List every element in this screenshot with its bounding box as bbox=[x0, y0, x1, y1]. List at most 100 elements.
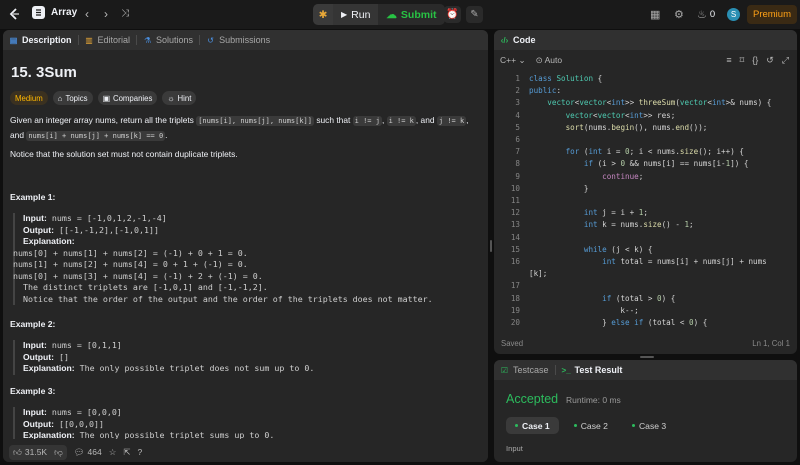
explanation-line: The distinct triplets are [-1,0,1] and [… bbox=[23, 282, 268, 292]
case-2-tab[interactable]: Case 2 bbox=[565, 417, 617, 434]
page-title[interactable]: 15. 3Sum bbox=[11, 64, 77, 81]
output-label: Output: bbox=[23, 418, 55, 429]
problem-list-button[interactable]: Array bbox=[32, 6, 77, 19]
vertical-resize-handle[interactable] bbox=[490, 240, 492, 252]
line-number: 1 bbox=[515, 74, 520, 83]
description-tabs: ▤ Description ▥ Editorial ⚗ Solutions ↺ Subm… bbox=[3, 30, 488, 50]
output-value: [[-1,-1,2],[-1,0,1]] bbox=[59, 224, 159, 235]
comment-icon: 💬︎ bbox=[73, 446, 85, 457]
case-3-tab[interactable]: Case 3 bbox=[623, 417, 675, 434]
problem-statement: Given an integer array nums, return all … bbox=[10, 114, 485, 143]
problem-tags: Medium ⌂ Topics ▣ Companies ☼ Hint bbox=[10, 91, 197, 105]
case-1-tab[interactable]: Case 1 bbox=[506, 417, 559, 434]
code-line: continue; bbox=[602, 171, 644, 181]
debug-button[interactable]: ✱ bbox=[313, 4, 333, 25]
share-icon[interactable]: ⇱ bbox=[123, 447, 130, 458]
thumbs-up-icon: 👍︎ bbox=[13, 446, 22, 457]
line-number: 19 bbox=[510, 305, 520, 315]
example-input: Input: nums = [0,0,0] bbox=[23, 407, 274, 419]
code-footer: Saved Ln 1, Col 1 bbox=[494, 332, 797, 354]
inline-code: [nums[i], nums[j], nums[k]] bbox=[196, 116, 314, 126]
tab-submissions[interactable]: ↺ Submissions bbox=[206, 35, 270, 45]
difficulty-badge: Medium bbox=[10, 91, 48, 105]
line-number: 15 bbox=[510, 244, 520, 254]
tab-code[interactable]: ‹/› Code bbox=[500, 35, 536, 45]
shuffle-icon[interactable]: ⤨ bbox=[118, 7, 132, 21]
tab-editorial[interactable]: ▥ Editorial bbox=[85, 35, 130, 45]
streak-counter[interactable]: ♨ 0 bbox=[697, 8, 715, 21]
tab-test-result[interactable]: >_ Test Result bbox=[562, 365, 623, 375]
description-icon: ▤ bbox=[9, 35, 18, 45]
horizontal-resize-handle[interactable] bbox=[640, 356, 654, 358]
line-number: 14 bbox=[510, 232, 520, 242]
output-label: Output: bbox=[23, 351, 55, 362]
editorial-icon: ▥ bbox=[85, 35, 93, 45]
format-icon[interactable]: ≡ bbox=[726, 55, 731, 66]
pass-dot-icon bbox=[631, 424, 635, 427]
input-value: nums = [0,1,1] bbox=[51, 340, 122, 350]
inline-code: i != k bbox=[386, 116, 416, 126]
explanation-label: Explanation: bbox=[23, 363, 75, 373]
help-icon[interactable]: ? bbox=[137, 447, 142, 457]
layout-grid-icon[interactable]: ▦ bbox=[650, 8, 660, 21]
like-count: 31.5K bbox=[24, 447, 48, 457]
line-number: 16 bbox=[510, 257, 520, 266]
checkbox-icon: ☑ bbox=[500, 365, 509, 375]
premium-button[interactable]: Premium bbox=[747, 5, 797, 24]
topics-button[interactable]: ⌂ Topics bbox=[52, 91, 93, 105]
test-tabs: ☑ Testcase >_ Test Result bbox=[494, 360, 797, 380]
next-problem-icon[interactable]: › bbox=[99, 7, 113, 21]
expand-icon[interactable]: ⤢ bbox=[782, 55, 789, 66]
avatar[interactable]: S bbox=[727, 8, 740, 21]
code-line: vector<vector<int>> res; bbox=[565, 110, 676, 120]
tab-description[interactable]: ▤ Description bbox=[9, 35, 72, 45]
notes-icon[interactable]: ✎ bbox=[466, 6, 483, 23]
line-number: 10 bbox=[510, 183, 520, 193]
save-status: Saved bbox=[501, 338, 524, 348]
prev-problem-icon[interactable]: ‹ bbox=[80, 7, 94, 21]
code-line: } bbox=[529, 183, 589, 193]
code-toolbar: C++ ⌄ ⊙ Auto ≡ ⌑ {} ↺ ⤢ bbox=[494, 50, 797, 70]
example-input: Input: nums = [0,1,1] bbox=[23, 340, 314, 352]
inline-code: i != j bbox=[352, 116, 382, 126]
reset-icon[interactable]: ↺ bbox=[766, 55, 774, 66]
braces-icon[interactable]: {} bbox=[752, 55, 758, 66]
code-actions: ≡ ⌑ {} ↺ ⤢ bbox=[726, 55, 789, 66]
bookmark-icon[interactable]: ⌑ bbox=[740, 55, 745, 66]
submit-button[interactable]: ☁ Submit bbox=[378, 4, 444, 25]
run-label: Run bbox=[351, 8, 371, 21]
bookmark-icon[interactable]: ☆ bbox=[109, 447, 117, 458]
like-button[interactable]: 👍︎ 31.5K 👎︎ bbox=[9, 444, 67, 460]
leetcode-logo-icon[interactable] bbox=[7, 7, 21, 21]
comments-button[interactable]: 💬︎ 464 bbox=[74, 447, 102, 458]
auto-complete-toggle[interactable]: ⊙ Auto bbox=[536, 55, 563, 66]
tab-testcase[interactable]: ☑ Testcase bbox=[500, 365, 549, 375]
line-number: 12 bbox=[510, 208, 520, 218]
explanation-line: nums[0] + nums[3] + nums[4] = (-1) + 2 +… bbox=[13, 270, 263, 281]
statement-text: and bbox=[10, 129, 24, 140]
debug-bug-icon: ✱ bbox=[318, 8, 328, 21]
lightbulb-icon: ☼ bbox=[167, 93, 175, 103]
code-line: k--; bbox=[529, 305, 639, 315]
hint-button[interactable]: ☼ Hint bbox=[162, 91, 197, 105]
problem-list-label: Array bbox=[51, 7, 78, 18]
line-number: 6 bbox=[515, 135, 520, 144]
streak-count: 0 bbox=[709, 9, 716, 20]
settings-gear-icon[interactable]: ⚙ bbox=[674, 8, 684, 21]
tab-solutions[interactable]: ⚗ Solutions bbox=[143, 35, 193, 45]
code-editor[interactable]: 1 class Solution {2 public: 3 vector<vector… bbox=[494, 72, 797, 330]
run-submit-group: ✱ ▶ Run ☁ Submit bbox=[313, 4, 445, 25]
line-number: 20 bbox=[510, 318, 520, 327]
cloud-upload-icon: ☁ bbox=[386, 8, 397, 21]
code-line: int k = nums.size() - 1; bbox=[583, 220, 694, 230]
line-number: 4 bbox=[515, 110, 520, 120]
language-select[interactable]: C++ ⌄ bbox=[500, 55, 526, 66]
pass-dot-icon bbox=[573, 424, 577, 427]
output-label: Output: bbox=[23, 224, 55, 235]
thumbs-down-icon[interactable]: 👎︎ bbox=[54, 447, 63, 458]
timer-icon[interactable]: ⏰ bbox=[444, 6, 461, 23]
example-3-box: Input: nums = [0,0,0] Output: [[0,0,0]] … bbox=[13, 407, 274, 439]
companies-button[interactable]: ▣ Companies bbox=[97, 91, 158, 105]
run-button[interactable]: ▶ Run bbox=[333, 4, 379, 25]
cursor-position: Ln 1, Col 1 bbox=[752, 338, 790, 348]
